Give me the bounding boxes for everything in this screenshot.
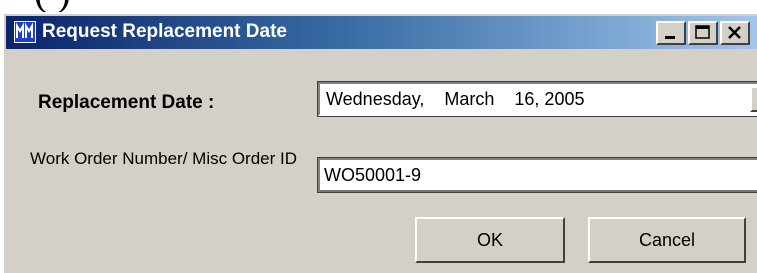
window-controls <box>656 21 750 45</box>
mm-app-icon <box>14 21 36 43</box>
work-order-input[interactable] <box>317 157 757 193</box>
minimize-icon <box>665 36 675 39</box>
title-bar[interactable]: Request Replacement Date <box>6 16 757 49</box>
chevron-down-icon <box>752 88 757 110</box>
window-title: Request Replacement Date <box>42 21 287 42</box>
cancel-button[interactable]: Cancel <box>588 217 746 263</box>
ok-button[interactable]: OK <box>415 217 565 263</box>
date-dropdown-button[interactable] <box>750 86 757 112</box>
work-order-label: Work Order Number/ Misc Order ID <box>30 149 298 168</box>
close-button[interactable] <box>720 21 750 45</box>
minimize-button[interactable] <box>656 21 686 45</box>
replacement-date-label: Replacement Date : <box>38 92 215 113</box>
maximize-icon <box>695 25 710 39</box>
close-icon <box>728 26 741 39</box>
cropped-caption: ( ) <box>34 0 71 12</box>
screen: ( ) Request Replacement Date <box>0 0 757 273</box>
replacement-date-select[interactable]: Wednesday, March 16, 2005 <box>317 81 757 117</box>
maximize-button[interactable] <box>688 21 718 45</box>
replacement-date-value: Wednesday, March 16, 2005 <box>326 89 585 109</box>
